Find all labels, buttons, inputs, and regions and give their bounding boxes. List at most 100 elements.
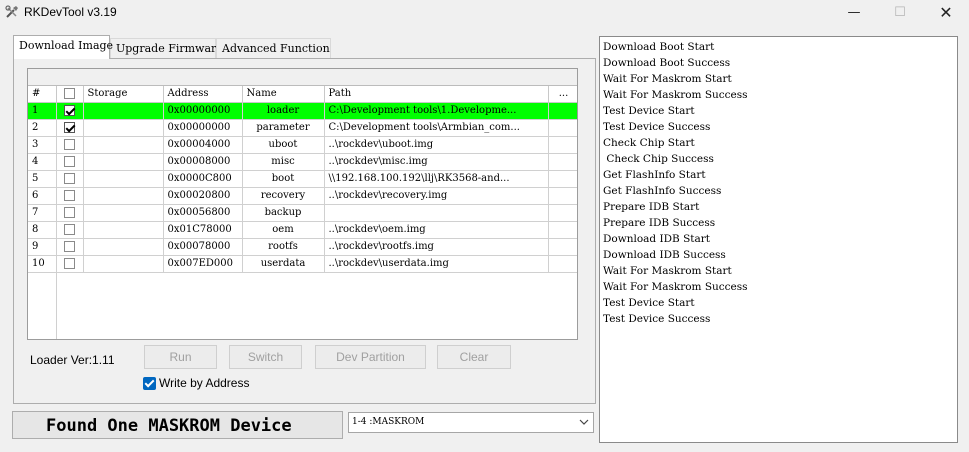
row-path[interactable]: ..\rockdev\oem.img <box>324 221 549 239</box>
row-checkbox-cell[interactable] <box>56 221 84 239</box>
row-path[interactable]: ..\rockdev\misc.img <box>324 153 549 171</box>
image-table[interactable]: # Storage Address Name Path ... 1 0x00000… <box>27 68 578 340</box>
row-path[interactable]: ..\rockdev\rootfs.img <box>324 238 549 256</box>
table-row[interactable]: 10 0x007ED000 userdata ..\rockdev\userdata.… <box>28 255 577 273</box>
header-name[interactable]: Name <box>242 86 325 103</box>
row-checkbox-cell[interactable] <box>56 153 84 171</box>
row-checkbox[interactable] <box>64 156 75 167</box>
empty-cell <box>548 323 577 339</box>
table-row[interactable]: 6 0x00020800 recovery ..\rockdev\recovery.i… <box>28 187 577 205</box>
log-output[interactable]: Download Boot Start Download Boot Success… <box>599 36 958 443</box>
dev-partition-button[interactable]: Dev Partition <box>315 345 426 369</box>
device-select[interactable]: 1-4 :MASKROM <box>348 412 594 433</box>
row-address[interactable]: 0x00000000 <box>163 119 243 137</box>
row-address[interactable]: 0x0000C800 <box>163 170 243 188</box>
row-name: userdata <box>242 255 325 273</box>
row-checkbox[interactable] <box>64 190 75 201</box>
row-address[interactable]: 0x01C78000 <box>163 221 243 239</box>
row-browse[interactable] <box>548 238 577 256</box>
empty-cell <box>324 272 548 289</box>
row-browse[interactable] <box>548 153 577 171</box>
select-all-checkbox[interactable] <box>64 88 75 100</box>
table-row[interactable]: 3 0x00004000 uboot ..\rockdev\uboot.img <box>28 136 577 154</box>
header-address[interactable]: Address <box>163 86 243 103</box>
row-checkbox-cell[interactable] <box>56 204 84 222</box>
minimize-button[interactable]: — <box>831 0 877 26</box>
empty-cell <box>28 323 57 339</box>
row-checkbox-cell[interactable] <box>56 136 84 154</box>
row-checkbox[interactable] <box>64 258 75 269</box>
empty-cell <box>83 323 163 339</box>
log-line: Download Boot Success <box>603 57 731 69</box>
run-button[interactable]: Run <box>144 345 217 369</box>
header-select-all[interactable] <box>56 86 84 103</box>
row-address[interactable]: 0x00020800 <box>163 187 243 205</box>
table-row[interactable]: 4 0x00008000 misc ..\rockdev\misc.img <box>28 153 577 171</box>
row-checkbox[interactable] <box>64 207 75 218</box>
tab-upgrade-firmware[interactable]: Upgrade Firmware <box>110 38 223 58</box>
row-checkbox-cell[interactable] <box>56 119 84 137</box>
row-checkbox-cell[interactable] <box>56 170 84 188</box>
row-path[interactable]: C:\Development tools\1.Developme... <box>324 102 549 120</box>
row-path[interactable] <box>324 204 549 222</box>
row-checkbox[interactable] <box>64 224 75 235</box>
row-checkbox[interactable] <box>64 122 75 133</box>
empty-cell <box>548 306 577 323</box>
row-path[interactable]: ..\rockdev\userdata.img <box>324 255 549 273</box>
switch-button[interactable]: Switch <box>229 345 302 369</box>
row-path[interactable]: \\192.168.100.192\llj\RK3568-and... <box>324 170 549 188</box>
row-checkbox[interactable] <box>64 139 75 150</box>
clear-button[interactable]: Clear <box>437 345 511 369</box>
row-checkbox-cell[interactable] <box>56 238 84 256</box>
log-line: Test Device Start <box>603 297 695 309</box>
header-storage[interactable]: Storage <box>83 86 164 103</box>
row-name: misc <box>242 153 325 171</box>
header-number[interactable]: # <box>28 86 57 103</box>
row-storage <box>83 255 164 273</box>
write-by-address-label[interactable]: Write by Address <box>159 376 249 390</box>
row-address[interactable]: 0x00056800 <box>163 204 243 222</box>
maximize-button[interactable]: ☐ <box>877 0 923 26</box>
row-address[interactable]: 0x00008000 <box>163 153 243 171</box>
header-path[interactable]: Path <box>324 86 549 103</box>
row-number: 7 <box>28 204 57 222</box>
header-more[interactable]: ... <box>548 86 577 103</box>
table-row[interactable]: 1 0x00000000 loader C:\Development tools\1.… <box>28 102 577 120</box>
row-browse[interactable] <box>548 119 577 137</box>
row-browse[interactable] <box>548 102 577 120</box>
row-address[interactable]: 0x00004000 <box>163 136 243 154</box>
empty-cell <box>548 289 577 306</box>
tab-advanced-function[interactable]: Advanced Function <box>216 38 331 58</box>
row-browse[interactable] <box>548 221 577 239</box>
row-browse[interactable] <box>548 204 577 222</box>
row-address[interactable]: 0x007ED000 <box>163 255 243 273</box>
row-checkbox[interactable] <box>64 173 75 184</box>
chevron-down-icon[interactable] <box>579 415 589 429</box>
empty-cell <box>56 289 83 306</box>
tab-download-image[interactable]: Download Image <box>13 35 113 59</box>
row-browse[interactable] <box>548 187 577 205</box>
empty-cell <box>83 306 163 323</box>
row-browse[interactable] <box>548 136 577 154</box>
row-checkbox[interactable] <box>64 105 75 116</box>
row-checkbox-cell[interactable] <box>56 102 84 120</box>
row-browse[interactable] <box>548 170 577 188</box>
row-checkbox-cell[interactable] <box>56 255 84 273</box>
write-by-address-checkbox[interactable] <box>143 377 156 390</box>
table-row[interactable]: 2 0x00000000 parameter C:\Development tools… <box>28 119 577 137</box>
row-address[interactable]: 0x00000000 <box>163 102 243 120</box>
table-row[interactable]: 8 0x01C78000 oem ..\rockdev\oem.img <box>28 221 577 239</box>
table-row[interactable]: 5 0x0000C800 boot \\192.168.100.192\llj\RK3… <box>28 170 577 188</box>
row-checkbox[interactable] <box>64 241 75 252</box>
row-checkbox-cell[interactable] <box>56 187 84 205</box>
window-title: RKDevTool v3.19 <box>24 5 117 19</box>
row-path[interactable]: C:\Development tools\Armbian_com... <box>324 119 549 137</box>
table-row[interactable]: 9 0x00078000 rootfs ..\rockdev\rootfs.img <box>28 238 577 256</box>
row-storage <box>83 119 164 137</box>
row-browse[interactable] <box>548 255 577 273</box>
close-button[interactable]: ✕ <box>923 0 969 26</box>
row-address[interactable]: 0x00078000 <box>163 238 243 256</box>
row-path[interactable]: ..\rockdev\uboot.img <box>324 136 549 154</box>
table-row[interactable]: 7 0x00056800 backup <box>28 204 577 222</box>
row-path[interactable]: ..\rockdev\recovery.img <box>324 187 549 205</box>
